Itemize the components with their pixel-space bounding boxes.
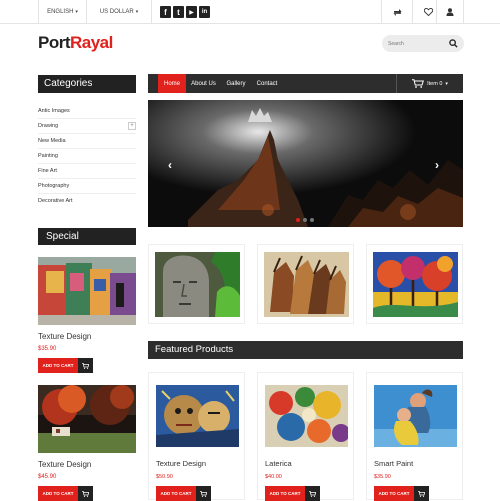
facebook-icon[interactable]: f	[160, 6, 171, 18]
cart-icon[interactable]	[305, 486, 320, 501]
site-logo[interactable]: PortRayal	[38, 33, 113, 53]
main-nav: Home About Us Gallery Contact Item 0 ▾	[148, 74, 463, 93]
linkedin-icon[interactable]: in	[199, 6, 210, 18]
featured-product-card: Smart Paint $35.90 ADD TO CART	[366, 372, 463, 501]
slider-dot[interactable]	[303, 218, 307, 222]
special-product-name[interactable]: Texture Design	[38, 460, 91, 469]
cart-icon[interactable]	[196, 486, 211, 501]
header-cart[interactable]: Item 0 ▾	[396, 74, 463, 93]
nav-item-about[interactable]: About Us	[186, 74, 221, 93]
slider-prev-button[interactable]: ‹	[168, 158, 172, 172]
add-to-cart-group: ADD TO CART	[38, 486, 93, 501]
featured-product-image[interactable]	[265, 385, 348, 447]
category-item[interactable]: Fine Art	[38, 164, 136, 179]
slider-dot[interactable]	[310, 218, 314, 222]
add-to-cart-button[interactable]: ADD TO CART	[265, 486, 305, 501]
featured-product-price: $50.90	[156, 474, 173, 480]
hero-slider: ‹ ›	[148, 100, 463, 227]
add-to-cart-group: ADD TO CART	[156, 486, 211, 501]
logo-part-2: Rayal	[70, 33, 113, 52]
thumbnail-image	[373, 252, 458, 317]
currency-label: US DOLLAR	[99, 9, 134, 15]
add-to-cart-button[interactable]: ADD TO CART	[374, 486, 414, 501]
category-item[interactable]: Decorative Art	[38, 194, 136, 209]
category-item[interactable]: Painting	[38, 149, 136, 164]
add-to-cart-group: ADD TO CART	[374, 486, 429, 501]
special-product-price: $35.90	[38, 346, 57, 352]
nav-item-contact[interactable]: Contact	[251, 74, 283, 93]
twitter-icon[interactable]: t	[173, 6, 184, 18]
featured-product-name[interactable]: Texture Design	[156, 459, 206, 468]
gallery-thumbnail[interactable]	[148, 244, 245, 324]
category-label: Antic Images	[38, 108, 70, 114]
add-to-cart-group: ADD TO CART	[38, 358, 93, 373]
gallery-thumbnail[interactable]	[366, 244, 463, 324]
featured-heading: Featured Products	[148, 341, 463, 359]
slider-pagination	[296, 218, 314, 222]
featured-product-name[interactable]: Smart Paint	[374, 459, 413, 468]
featured-product-price: $40.00	[265, 474, 282, 480]
special-product-image[interactable]	[38, 257, 136, 325]
nav-item-home[interactable]: Home	[158, 74, 186, 93]
thumbnail-image	[155, 252, 240, 317]
category-list: Antic Images Drawing + New Media Painting…	[38, 104, 136, 209]
category-item[interactable]: Photography	[38, 179, 136, 194]
nav-item-gallery[interactable]: Gallery	[221, 74, 251, 93]
search-input[interactable]	[388, 38, 448, 49]
featured-product-image[interactable]	[374, 385, 457, 447]
youtube-icon[interactable]: ▶	[186, 6, 197, 18]
category-item[interactable]: New Media	[38, 134, 136, 149]
featured-product-image[interactable]	[156, 385, 239, 447]
cart-icon[interactable]	[78, 486, 93, 501]
chevron-down-icon: ▾	[135, 9, 139, 15]
user-icon[interactable]	[436, 0, 464, 24]
special-heading: Special	[38, 228, 136, 245]
slider-image	[148, 100, 463, 227]
logo-part-1: Port	[38, 33, 71, 52]
compare-icon[interactable]	[381, 0, 412, 24]
cart-icon[interactable]	[78, 358, 93, 373]
cart-icon	[412, 79, 425, 88]
top-bar: ENGLISH ▾ US DOLLAR ▾ f t ▶ in	[0, 0, 500, 24]
search-box	[382, 35, 464, 52]
special-product-name[interactable]: Texture Design	[38, 332, 91, 341]
currency-selector[interactable]: US DOLLAR ▾	[86, 0, 152, 24]
featured-product-name[interactable]: Laterica	[265, 459, 292, 468]
add-to-cart-button[interactable]: ADD TO CART	[38, 486, 78, 501]
category-item[interactable]: Antic Images	[38, 104, 136, 119]
category-item[interactable]: Drawing +	[38, 119, 136, 134]
slider-dot[interactable]	[296, 218, 300, 222]
chevron-down-icon: ▾	[445, 80, 448, 87]
language-selector[interactable]: ENGLISH ▾	[38, 0, 86, 24]
thumbnail-image	[264, 252, 349, 317]
categories-heading: Categories	[38, 75, 136, 93]
chevron-down-icon: ▾	[75, 9, 78, 15]
featured-product-card: Texture Design $50.90 ADD TO CART	[148, 372, 245, 501]
featured-product-price: $35.90	[374, 474, 391, 480]
special-product-price: $45.90	[38, 474, 57, 480]
expand-icon[interactable]: +	[128, 122, 136, 130]
category-label: Photography	[38, 183, 70, 189]
gallery-thumbnail[interactable]	[257, 244, 354, 324]
search-icon[interactable]	[449, 39, 458, 48]
cart-icon[interactable]	[414, 486, 429, 501]
featured-product-card: Laterica $40.00 ADD TO CART	[257, 372, 354, 501]
category-label: Fine Art	[38, 168, 57, 174]
language-label: ENGLISH	[47, 9, 74, 15]
add-to-cart-button[interactable]: ADD TO CART	[156, 486, 196, 501]
special-product-image[interactable]	[38, 385, 136, 453]
cart-count-label: Item 0	[427, 80, 443, 87]
category-label: Decorative Art	[38, 198, 73, 204]
category-label: New Media	[38, 138, 66, 144]
category-label: Drawing	[38, 123, 59, 129]
add-to-cart-button[interactable]: ADD TO CART	[38, 358, 78, 373]
slider-next-button[interactable]: ›	[435, 158, 439, 172]
category-label: Painting	[38, 153, 58, 159]
add-to-cart-group: ADD TO CART	[265, 486, 320, 501]
